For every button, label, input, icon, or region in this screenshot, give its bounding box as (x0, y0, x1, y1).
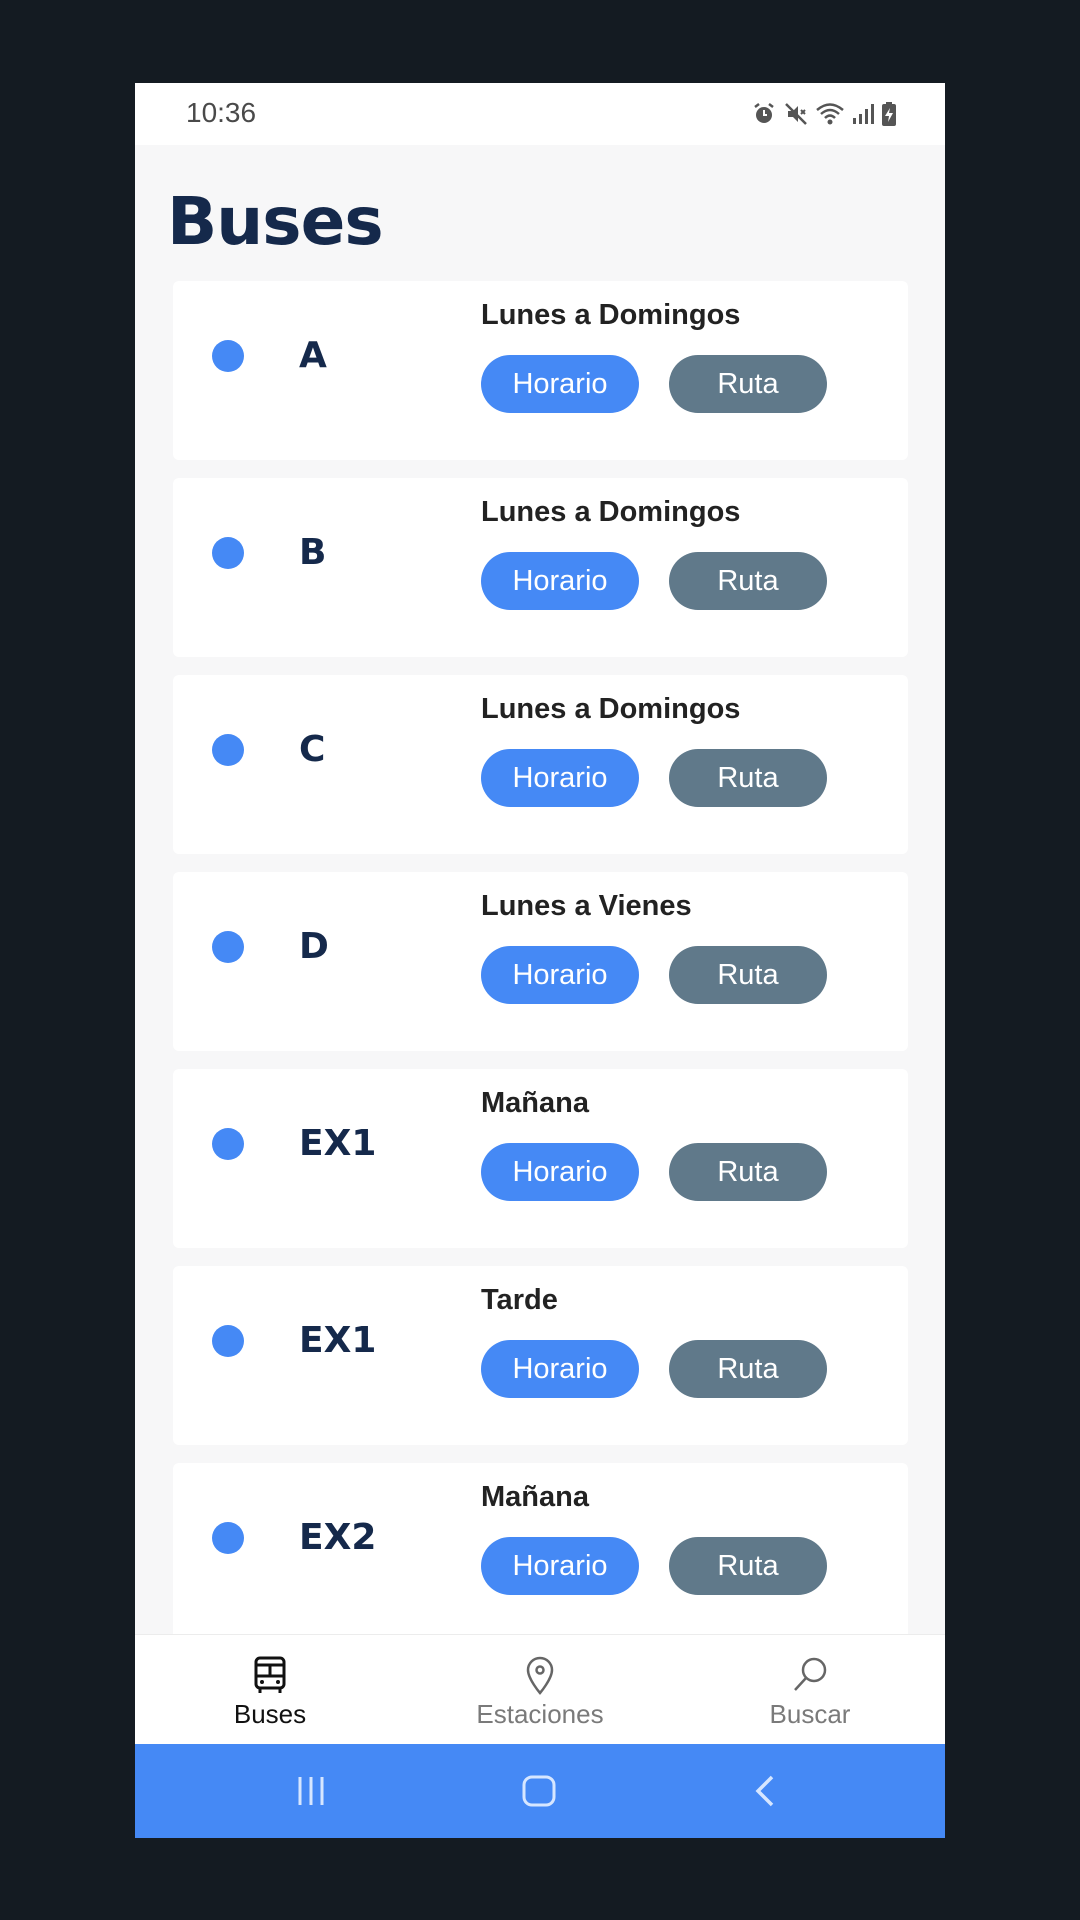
schedule-button[interactable]: Horario (481, 552, 639, 610)
route-card[interactable]: D Lunes a Vienes Horario Ruta (173, 872, 908, 1051)
mute-icon (785, 103, 807, 125)
nav-item-estaciones[interactable]: Estaciones (405, 1635, 675, 1745)
route-status-dot (212, 734, 244, 766)
route-name: EX1 (299, 1320, 377, 1361)
wifi-icon (816, 103, 844, 125)
route-status-dot (212, 537, 244, 569)
route-status-dot (212, 1522, 244, 1554)
schedule-button[interactable]: Horario (481, 355, 639, 413)
route-days: Mañana (481, 1087, 589, 1119)
route-button[interactable]: Ruta (669, 1340, 827, 1398)
back-icon[interactable] (753, 1774, 777, 1808)
route-name: EX2 (299, 1517, 377, 1558)
nav-label: Buscar (769, 1699, 851, 1729)
home-icon[interactable] (521, 1774, 557, 1808)
signal-icon (853, 104, 874, 124)
route-card[interactable]: EX2 Mañana Horario Ruta (173, 1463, 908, 1642)
bus-route-list: A Lunes a Domingos Horario Ruta B Lunes … (173, 281, 908, 1660)
route-card[interactable]: C Lunes a Domingos Horario Ruta (173, 675, 908, 854)
route-name: D (299, 926, 329, 967)
battery-charging-icon (882, 102, 896, 126)
route-name: B (299, 532, 327, 573)
page-title: Buses (167, 183, 384, 260)
schedule-button[interactable]: Horario (481, 1537, 639, 1595)
route-name: EX1 (299, 1123, 377, 1164)
status-icons (751, 99, 897, 129)
nav-item-buses[interactable]: Buses (135, 1635, 405, 1745)
schedule-button[interactable]: Horario (481, 749, 639, 807)
route-days: Tarde (481, 1284, 558, 1316)
nav-label: Estaciones (476, 1699, 604, 1729)
recent-apps-icon[interactable] (295, 1774, 327, 1808)
route-button[interactable]: Ruta (669, 946, 827, 1004)
schedule-button[interactable]: Horario (481, 1143, 639, 1201)
route-status-dot (212, 340, 244, 372)
route-days: Lunes a Vienes (481, 890, 692, 922)
route-status-dot (212, 1128, 244, 1160)
route-button[interactable]: Ruta (669, 1143, 827, 1201)
nav-item-buscar[interactable]: Buscar (675, 1635, 945, 1745)
route-button[interactable]: Ruta (669, 1537, 827, 1595)
route-days: Lunes a Domingos (481, 693, 741, 725)
route-days: Lunes a Domingos (481, 496, 741, 528)
route-button[interactable]: Ruta (669, 355, 827, 413)
route-button[interactable]: Ruta (669, 552, 827, 610)
route-name: A (299, 335, 327, 376)
route-card[interactable]: EX1 Tarde Horario Ruta (173, 1266, 908, 1445)
route-card[interactable]: B Lunes a Domingos Horario Ruta (173, 478, 908, 657)
route-status-dot (212, 931, 244, 963)
phone-screen: 10:36 Buses A Lunes a Domingos Horario R… (135, 83, 945, 1838)
bus-icon (254, 1656, 286, 1693)
search-icon (794, 1657, 827, 1691)
schedule-button[interactable]: Horario (481, 1340, 639, 1398)
nav-label: Buses (233, 1699, 307, 1729)
alarm-icon (754, 103, 774, 123)
route-name: C (299, 729, 326, 770)
route-days: Mañana (481, 1481, 589, 1513)
schedule-button[interactable]: Horario (481, 946, 639, 1004)
route-status-dot (212, 1325, 244, 1357)
status-time: 10:36 (186, 97, 257, 128)
status-bar: 10:36 (135, 83, 945, 145)
route-card[interactable]: A Lunes a Domingos Horario Ruta (173, 281, 908, 460)
route-button[interactable]: Ruta (669, 749, 827, 807)
bottom-navigation: Buses Estaciones Buscar (135, 1634, 945, 1745)
route-card[interactable]: EX1 Mañana Horario Ruta (173, 1069, 908, 1248)
location-pin-icon (526, 1656, 554, 1695)
route-days: Lunes a Domingos (481, 299, 741, 331)
system-navigation-bar (135, 1744, 945, 1838)
